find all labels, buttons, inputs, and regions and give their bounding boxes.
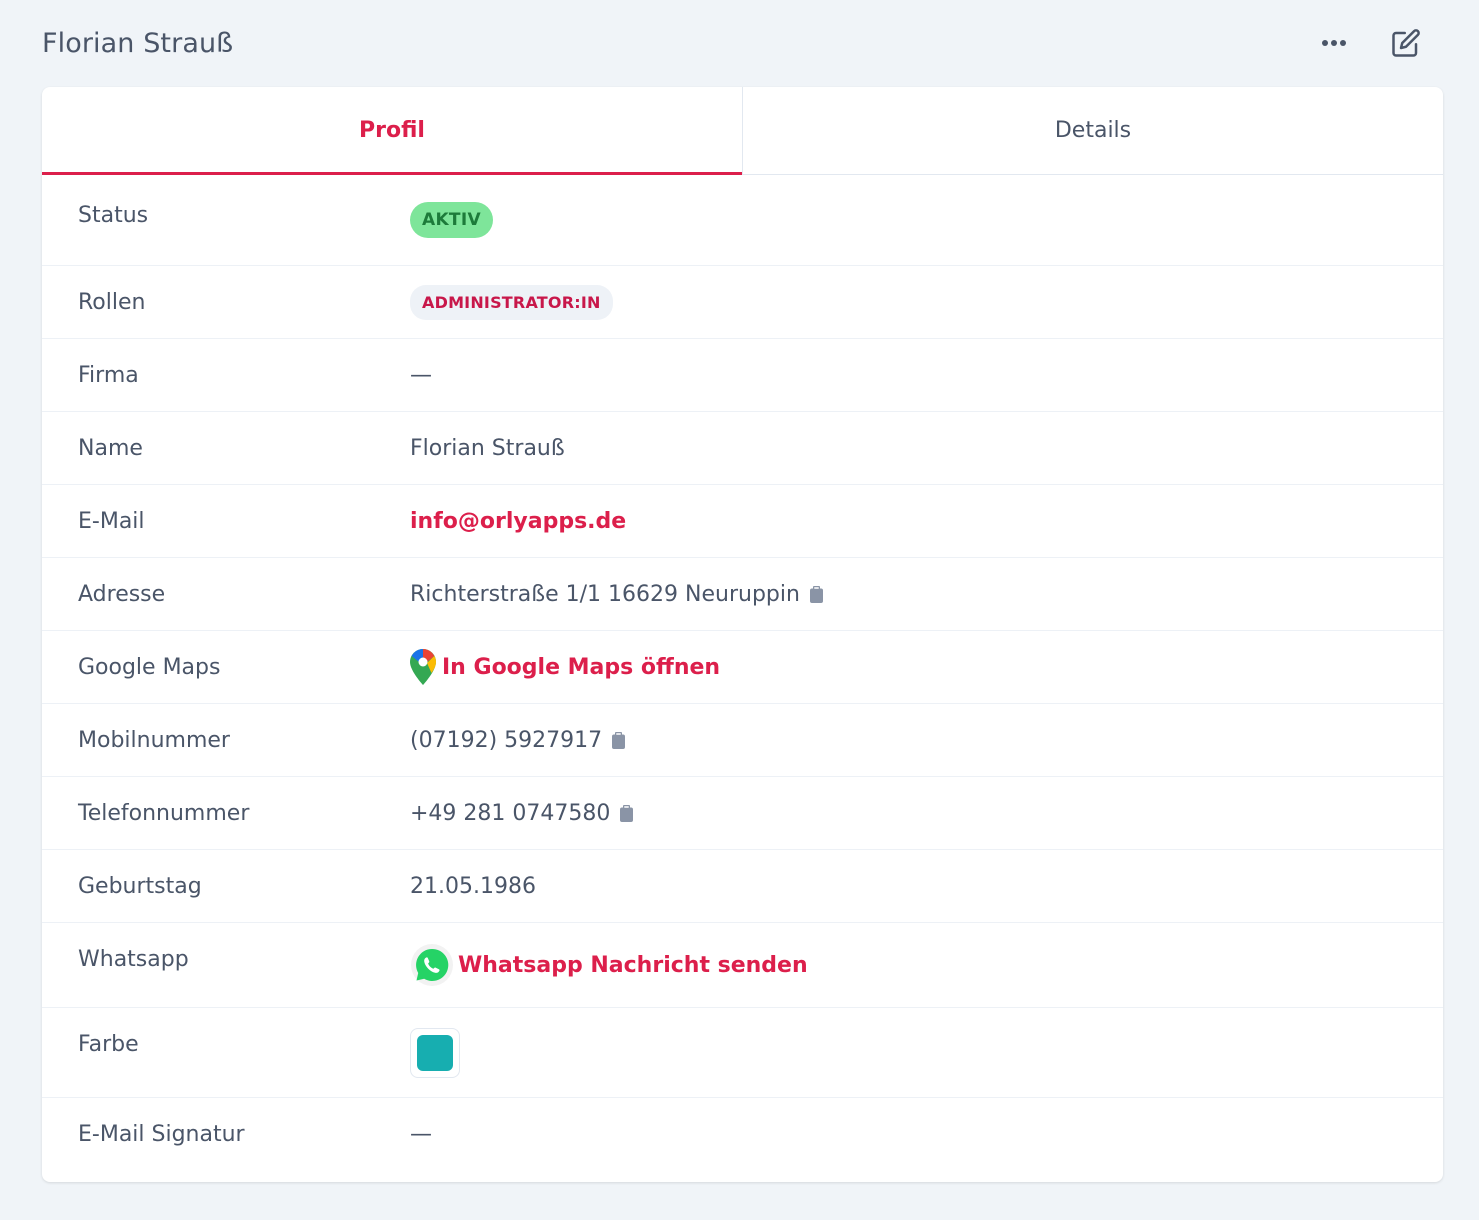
company-label: Firma — [78, 362, 139, 388]
phone-label: Telefonnummer — [78, 800, 250, 826]
email-value: info@orlyapps.de — [410, 509, 626, 534]
role-badge: ADMINISTRATOR:IN — [410, 284, 613, 320]
row-name: Name Florian Strauß — [42, 412, 1443, 485]
roles-label: Rollen — [78, 289, 146, 315]
phone-value: +49 281 0747580 — [410, 800, 634, 826]
row-maps: Google Maps In Google Maps öffnen — [42, 631, 1443, 704]
name-label: Name — [78, 435, 143, 461]
mobile-label: Mobilnummer — [78, 727, 230, 753]
maps-label: Google Maps — [78, 654, 221, 680]
header-actions — [1317, 26, 1443, 60]
copy-mobile-button[interactable] — [612, 731, 626, 749]
name-value: Florian Strauß — [410, 435, 565, 461]
status-label: Status — [78, 202, 149, 228]
copy-phone-button[interactable] — [620, 804, 634, 822]
row-signature: E-Mail Signatur — — [42, 1098, 1443, 1170]
google-maps-icon — [410, 649, 436, 685]
clipboard-icon — [612, 731, 626, 749]
row-phone: Telefonnummer +49 281 0747580 — [42, 777, 1443, 850]
edit-icon — [1392, 29, 1420, 57]
signature-value: — — [410, 1121, 432, 1147]
whatsapp-link[interactable]: Whatsapp Nachricht senden — [458, 953, 808, 978]
roles-value: ADMINISTRATOR:IN — [410, 284, 613, 320]
address-text: Richterstraße 1/1 16629 Neuruppin — [410, 581, 800, 607]
address-value: Richterstraße 1/1 16629 Neuruppin — [410, 582, 823, 607]
status-badge: AKTIV — [410, 202, 493, 238]
status-value: AKTIV — [410, 202, 493, 238]
color-swatch — [417, 1034, 453, 1071]
birthday-label: Geburtstag — [78, 873, 202, 899]
row-company: Firma — — [42, 339, 1443, 412]
row-mobile: Mobilnummer (07192) 5927917 — [42, 704, 1443, 777]
whatsapp-value: Whatsapp Nachricht senden — [410, 943, 808, 987]
mobile-text: (07192) 5927917 — [410, 727, 603, 753]
more-options-button[interactable] — [1317, 26, 1351, 60]
row-status: Status AKTIV — [42, 175, 1443, 266]
email-link[interactable]: info@orlyapps.de — [410, 509, 626, 534]
color-label: Farbe — [78, 1032, 139, 1057]
maps-value: In Google Maps öffnen — [410, 649, 720, 685]
tab-profil[interactable]: Profil — [42, 87, 742, 175]
whatsapp-icon — [410, 943, 454, 987]
color-value — [410, 1027, 460, 1078]
row-color: Farbe — [42, 1008, 1443, 1098]
edit-button[interactable] — [1389, 26, 1423, 60]
whatsapp-label: Whatsapp — [78, 946, 189, 972]
tab-details[interactable]: Details — [742, 87, 1443, 174]
row-address: Adresse Richterstraße 1/1 16629 Neuruppi… — [42, 558, 1443, 631]
profile-card: Profil Details Status AKTIV Rollen ADMIN… — [42, 87, 1443, 1182]
row-email: E-Mail info@orlyapps.de — [42, 485, 1443, 558]
phone-text: +49 281 0747580 — [410, 800, 611, 826]
row-birthday: Geburtstag 21.05.1986 — [42, 850, 1443, 923]
clipboard-icon — [809, 585, 823, 603]
clipboard-icon — [620, 804, 634, 822]
more-icon — [1322, 40, 1346, 46]
company-value: — — [410, 362, 432, 388]
page-title: Florian Strauß — [42, 27, 234, 59]
color-swatch-button[interactable] — [410, 1027, 460, 1078]
tab-bar: Profil Details — [42, 87, 1443, 175]
mobile-value: (07192) 5927917 — [410, 727, 626, 753]
row-whatsapp: Whatsapp Whatsapp Nachricht senden — [42, 923, 1443, 1008]
email-label: E-Mail — [78, 508, 145, 534]
google-maps-link[interactable]: In Google Maps öffnen — [442, 655, 720, 680]
birthday-value: 21.05.1986 — [410, 873, 536, 899]
address-label: Adresse — [78, 581, 166, 607]
page-header: Florian Strauß — [42, 0, 1443, 86]
row-roles: Rollen ADMINISTRATOR:IN — [42, 266, 1443, 339]
signature-label: E-Mail Signatur — [78, 1121, 245, 1147]
copy-address-button[interactable] — [809, 585, 823, 603]
